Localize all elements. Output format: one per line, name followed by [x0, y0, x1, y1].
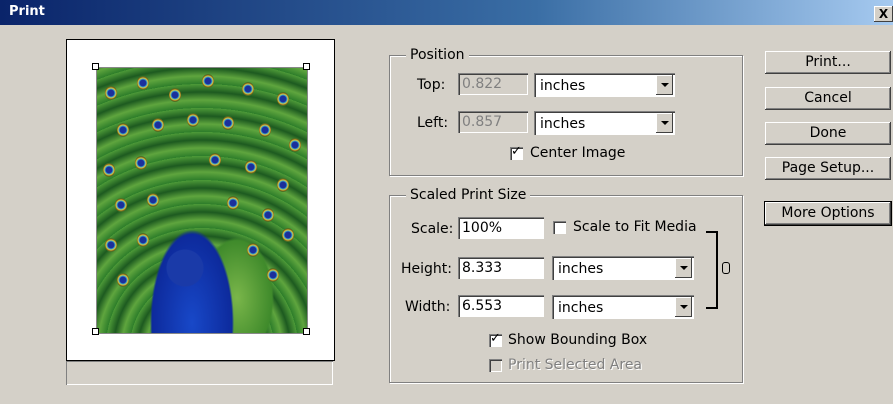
peacock-eye: [247, 243, 259, 257]
bounding-box-handle[interactable]: [92, 63, 99, 70]
peacock-eye: [105, 86, 117, 100]
show-bounding-box-checkbox[interactable]: ✓: [489, 331, 502, 347]
top-input[interactable]: 0.822: [458, 73, 528, 95]
bounding-box-handle[interactable]: [303, 328, 310, 335]
scale-label: Scale:: [411, 221, 454, 237]
peacock-eye: [282, 228, 294, 242]
print-preview: [66, 39, 335, 361]
peacock-eye: [262, 208, 274, 222]
left-input[interactable]: 0.857: [458, 111, 528, 133]
close-icon: X: [878, 7, 889, 21]
height-label: Height:: [401, 261, 452, 277]
position-legend: Position: [406, 47, 469, 63]
done-button[interactable]: Done: [765, 122, 891, 145]
peacock-eye: [242, 82, 254, 96]
peacock-eye: [245, 160, 257, 174]
peacock-eye: [147, 193, 159, 207]
height-unit-select[interactable]: inches: [552, 256, 694, 280]
peacock-eye: [117, 273, 129, 287]
print-selected-area-label: Print Selected Area: [508, 357, 643, 373]
show-bounding-box-label: Show Bounding Box: [508, 332, 648, 348]
chevron-down-icon[interactable]: [675, 258, 692, 278]
peacock-eye: [202, 74, 214, 88]
checkmark-icon: ✓: [511, 144, 522, 159]
scaled-print-size-legend: Scaled Print Size: [406, 187, 531, 203]
width-input[interactable]: 6.553: [458, 295, 544, 317]
center-image-checkbox[interactable]: ✓: [510, 144, 523, 160]
chain-link-icon: [722, 262, 730, 274]
preview-status-box: [66, 361, 333, 385]
top-unit-value: inches: [540, 78, 586, 94]
peacock-eye: [103, 163, 115, 177]
page-setup-button[interactable]: Page Setup...: [765, 157, 891, 180]
peacock-eye: [152, 118, 164, 132]
width-unit-select[interactable]: inches: [552, 295, 694, 319]
peacock-eye: [105, 238, 117, 252]
chevron-down-icon[interactable]: [656, 75, 673, 95]
dialog-body: Position Top: 0.822 inches Left: 0.857 i…: [0, 25, 893, 404]
width-unit-value: inches: [558, 300, 604, 316]
proportion-bracket: [706, 231, 718, 309]
left-unit-select[interactable]: inches: [534, 111, 675, 135]
peacock-eye: [135, 156, 147, 170]
peacock-eye: [267, 268, 279, 282]
window-title: Print: [9, 4, 45, 19]
close-button[interactable]: X: [874, 6, 893, 22]
peacock-eye: [209, 153, 221, 167]
checkmark-icon: ✓: [490, 331, 501, 346]
print-button[interactable]: Print...: [765, 51, 891, 74]
chevron-down-icon[interactable]: [675, 297, 692, 317]
peacock-eye: [259, 123, 271, 137]
left-label: Left:: [417, 115, 449, 131]
peacock-eye: [137, 76, 149, 90]
peacock-eye: [169, 88, 181, 102]
print-selected-area-checkbox[interactable]: [489, 359, 502, 372]
width-label: Width:: [405, 299, 451, 315]
bounding-box-handle[interactable]: [303, 63, 310, 70]
peacock-eye: [115, 198, 127, 212]
height-input[interactable]: 8.333: [458, 257, 544, 279]
peacock-eye: [277, 178, 289, 192]
height-unit-value: inches: [558, 261, 604, 277]
peacock-eye: [222, 116, 234, 130]
peacock-eye: [187, 113, 199, 127]
top-label: Top:: [417, 77, 446, 93]
title-bar: Print X: [0, 0, 893, 25]
scale-to-fit-checkbox[interactable]: [553, 221, 566, 234]
cancel-button[interactable]: Cancel: [765, 87, 891, 110]
peacock-eye: [289, 138, 301, 152]
more-options-button[interactable]: More Options: [765, 202, 891, 225]
chevron-down-icon[interactable]: [656, 113, 673, 133]
peacock-eye: [227, 196, 239, 210]
scale-to-fit-label: Scale to Fit Media: [573, 219, 697, 235]
peacock-eye: [277, 92, 289, 106]
preview-image: [96, 67, 308, 334]
peacock-eye: [137, 233, 149, 247]
left-unit-value: inches: [540, 116, 586, 132]
bounding-box-handle[interactable]: [92, 328, 99, 335]
peacock-eye: [117, 123, 129, 137]
center-image-label: Center Image: [530, 145, 626, 161]
top-unit-select[interactable]: inches: [534, 73, 675, 97]
scale-input[interactable]: 100%: [458, 217, 544, 239]
